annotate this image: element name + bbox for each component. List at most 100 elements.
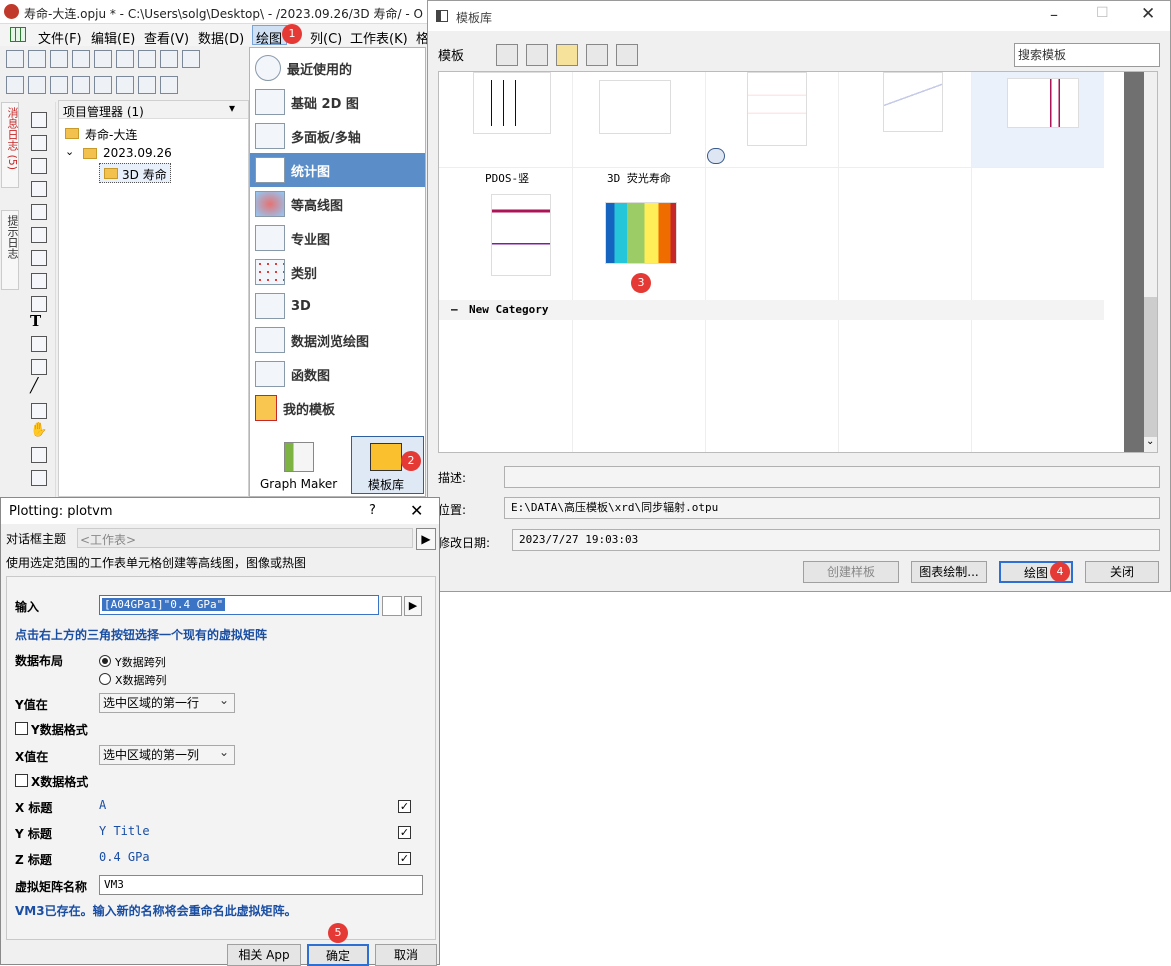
- layout-tool-icon[interactable]: [28, 445, 50, 463]
- vm-name-input[interactable]: VM3: [99, 875, 423, 895]
- plot-menu-3d[interactable]: 3D: [250, 289, 425, 323]
- z-title-value[interactable]: 0.4 GPa: [99, 850, 150, 864]
- side-tab-messages[interactable]: 消息日志 (5): [1, 102, 19, 188]
- menu-view[interactable]: 查看(V): [144, 28, 189, 47]
- gallery-scrollbar-thumb[interactable]: [1144, 297, 1157, 437]
- x-values-select[interactable]: 选中区域的第一列: [99, 743, 235, 765]
- chart-draw-button[interactable]: 图表绘制...: [911, 561, 987, 583]
- tree-folder-lifetime[interactable]: 3D 寿命: [99, 163, 171, 183]
- set-values-icon[interactable]: [160, 76, 178, 94]
- arrow-right-icon[interactable]: [116, 76, 134, 94]
- menu-worksheet[interactable]: 工作表(K): [350, 28, 408, 47]
- y-title-checkbox[interactable]: ✓: [398, 826, 411, 839]
- preview-view-icon[interactable]: [526, 44, 548, 66]
- pin-icon[interactable]: ▾: [229, 101, 235, 115]
- help-button[interactable]: ?: [369, 503, 376, 518]
- tree-folder-root[interactable]: 寿命-大连: [65, 125, 235, 143]
- add-template-icon[interactable]: [586, 44, 608, 66]
- duplicate-icon[interactable]: [94, 76, 112, 94]
- template-thumb-3d-fluorescence[interactable]: [605, 202, 677, 264]
- export-icon[interactable]: [72, 76, 90, 94]
- dialog-theme-select[interactable]: <工作表>: [77, 528, 413, 548]
- menu-file[interactable]: 文件(F): [38, 28, 82, 47]
- y-title-value[interactable]: Y Title: [99, 824, 150, 838]
- y-values-select[interactable]: 选中区域的第一行: [99, 691, 235, 713]
- menu-column[interactable]: 列(C): [310, 28, 342, 47]
- tree-folder-date[interactable]: ⌄ 2023.09.26: [65, 145, 235, 163]
- menu-plot[interactable]: 绘图: [256, 28, 282, 47]
- add-folder-icon[interactable]: [556, 44, 578, 66]
- crosshair-tool-icon[interactable]: [28, 179, 50, 197]
- plotvm-close-icon[interactable]: ✕: [410, 501, 423, 520]
- plot-menu-statistics[interactable]: 统计图: [250, 153, 425, 187]
- column-stats-icon[interactable]: [28, 76, 46, 94]
- cancel-button[interactable]: 取消: [375, 944, 437, 966]
- rectangle-tool-icon[interactable]: [28, 401, 50, 419]
- input-field[interactable]: [A04GPa1]"0.4 GPa": [99, 595, 379, 615]
- draw-data-tool-icon[interactable]: [28, 294, 50, 312]
- x-format-checkbox[interactable]: [15, 774, 28, 787]
- new-function-icon[interactable]: [116, 50, 134, 68]
- z-title-checkbox[interactable]: ✓: [398, 852, 411, 865]
- theme-arrow-button[interactable]: ▶: [416, 528, 436, 550]
- minimize-icon[interactable]: –: [1050, 5, 1058, 24]
- plot-menu-categorical[interactable]: 类别: [250, 255, 425, 289]
- new-worksheet-icon[interactable]: [28, 50, 46, 68]
- new-graph-icon[interactable]: [72, 50, 90, 68]
- input-arrow-button[interactable]: ▶: [404, 596, 422, 616]
- template-thumb-multi-spectra[interactable]: [747, 72, 807, 146]
- new-project-icon[interactable]: [6, 50, 24, 68]
- template-thumb-stacked[interactable]: [599, 80, 671, 134]
- y-format-checkbox[interactable]: [15, 722, 28, 735]
- ok-button[interactable]: 确定: [307, 944, 369, 966]
- plot-menu-recent[interactable]: 最近使用的: [250, 51, 425, 85]
- close-icon[interactable]: ✕: [1141, 4, 1155, 24]
- filter-icon[interactable]: [616, 44, 638, 66]
- plot-menu-function[interactable]: 函数图: [250, 357, 425, 391]
- close-button[interactable]: 关闭: [1085, 561, 1159, 583]
- x-title-value[interactable]: A: [99, 798, 106, 812]
- template-search-input[interactable]: 搜索模板: [1014, 43, 1160, 67]
- plot-menu-data-explore[interactable]: 数据浏览绘图: [250, 323, 425, 357]
- graph-tool-icon[interactable]: [28, 468, 50, 486]
- list-view-icon[interactable]: [496, 44, 518, 66]
- layout-x-across-radio[interactable]: [99, 673, 111, 685]
- template-thumb-decay-fit[interactable]: [883, 72, 943, 132]
- x-title-checkbox[interactable]: ✓: [398, 800, 411, 813]
- menu-edit[interactable]: 编辑(E): [91, 28, 135, 47]
- new-table-icon[interactable]: [50, 50, 68, 68]
- open-icon[interactable]: [182, 50, 200, 68]
- line-tool-icon[interactable]: ╱: [30, 378, 38, 394]
- category-header[interactable]: – New Category: [439, 300, 1104, 320]
- plot-menu-contour[interactable]: 等高线图: [250, 187, 425, 221]
- new-layout-icon[interactable]: [138, 50, 156, 68]
- new-matrix-icon[interactable]: [94, 50, 112, 68]
- scale-tool-icon[interactable]: [28, 225, 50, 243]
- pointer-tool-icon[interactable]: [28, 110, 50, 128]
- range-select-icon[interactable]: [382, 596, 402, 616]
- data-reader-tool-icon[interactable]: [28, 202, 50, 220]
- template-thumb-pdos[interactable]: [491, 194, 551, 276]
- arrow-tool-icon[interactable]: [28, 357, 50, 375]
- import-icon[interactable]: [50, 76, 68, 94]
- plot-menu-multipanel[interactable]: 多面板/多轴: [250, 119, 425, 153]
- menu-data[interactable]: 数据(D): [198, 28, 244, 47]
- scroll-down-icon[interactable]: ⌄: [1146, 436, 1154, 447]
- new-notes-icon[interactable]: [160, 50, 178, 68]
- annotation-tool-icon[interactable]: [28, 334, 50, 352]
- plot-menu-my-templates[interactable]: 我的模板: [250, 391, 425, 425]
- refresh-icon[interactable]: [138, 76, 156, 94]
- layout-y-across-radio[interactable]: [99, 655, 111, 667]
- plot-menu-basic-2d[interactable]: 基础 2D 图: [250, 85, 425, 119]
- hand-tool-icon[interactable]: ✋: [30, 422, 47, 438]
- text-tool-icon[interactable]: T: [30, 312, 41, 330]
- gallery-scrollbar[interactable]: ⌄: [1124, 72, 1157, 452]
- zoom-in-tool-icon[interactable]: [28, 133, 50, 151]
- side-tab-hints[interactable]: 提示日志: [1, 210, 19, 290]
- graph-maker-tile[interactable]: Graph Maker: [252, 436, 348, 494]
- add-column-icon[interactable]: [6, 76, 24, 94]
- zoom-out-tool-icon[interactable]: [28, 156, 50, 174]
- template-thumb-pink-peaks[interactable]: [1007, 78, 1079, 128]
- expand-chevron-icon[interactable]: ⌄: [65, 145, 74, 158]
- related-app-button[interactable]: 相关 App: [227, 944, 301, 966]
